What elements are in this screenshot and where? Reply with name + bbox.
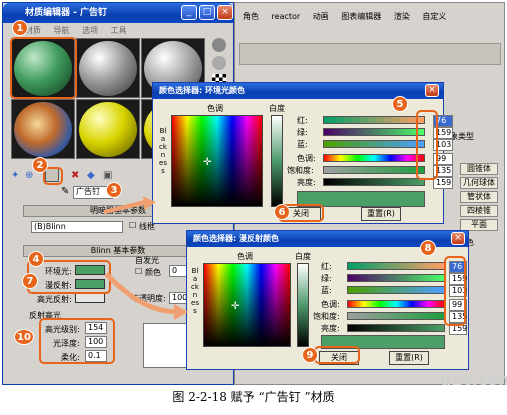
make-unique-icon[interactable]: ◆ — [87, 170, 95, 181]
d-hue-label: 色调: — [321, 300, 340, 309]
diffuse-spectrum[interactable] — [203, 263, 291, 347]
callout-8: 8 — [420, 240, 436, 256]
figure-caption: 图 2-2-18 赋予 “广告钉 ”材质 — [172, 390, 335, 404]
d-red-slider[interactable] — [347, 262, 445, 270]
highlight-ambient-values — [416, 110, 438, 180]
d-saturation-label: 饱和度: — [313, 312, 340, 321]
diffuse-white-label: 白度 — [295, 252, 311, 261]
red-label: 红: — [297, 116, 308, 125]
main-menu-bar: 角色 reactor 动画 图表编辑器 渲染 自定义 — [243, 11, 456, 22]
reset-map-icon[interactable]: ✖ — [71, 170, 79, 181]
blue-slider[interactable] — [323, 140, 425, 148]
menu-item[interactable]: 选项 — [82, 26, 98, 35]
red-slider[interactable] — [323, 116, 425, 124]
ambient-spectrum[interactable] — [171, 115, 263, 207]
put-library-icon[interactable]: ▣ — [103, 170, 112, 181]
d-green-slider[interactable] — [347, 274, 445, 282]
pyramid-button[interactable]: 四棱锥 — [460, 205, 498, 217]
blinn-rollout-title: Blinn 基本参数 — [90, 246, 146, 255]
sample-slot-5[interactable] — [76, 99, 140, 159]
sample-slot-2[interactable] — [76, 38, 140, 98]
callout-9: 9 — [302, 347, 318, 363]
main-menu-item[interactable]: 渲染 — [394, 12, 410, 21]
callout-1: 1 — [12, 20, 28, 36]
maximize-button[interactable]: □ — [199, 5, 215, 20]
d-green-label: 绿: — [321, 274, 332, 283]
highlight-specular — [39, 318, 115, 364]
diffuse-hue-label: 色调 — [237, 252, 253, 261]
specular-swatch[interactable] — [75, 293, 105, 303]
d-red-label: 红: — [321, 262, 332, 271]
main-menu-item[interactable]: reactor — [272, 12, 301, 21]
wire-checkbox[interactable]: ☐ — [129, 221, 136, 230]
saturation-slider[interactable] — [323, 166, 425, 174]
diffuse-reset-button[interactable]: 重置(R) — [389, 351, 429, 365]
callout-2: 2 — [32, 157, 48, 173]
value-slider[interactable] — [323, 178, 425, 186]
main-menu-item[interactable]: 图表编辑器 — [341, 12, 381, 21]
d-hue-slider[interactable] — [347, 300, 445, 308]
d-value-label: 亮度: — [321, 324, 340, 333]
ambient-hue-label: 色调 — [207, 104, 223, 113]
callout-3: 3 — [106, 182, 122, 198]
minimize-button[interactable]: _ — [181, 5, 197, 20]
diffuse-whiteness-bar[interactable] — [297, 263, 309, 347]
self-illum-label: 自发光 — [135, 256, 159, 265]
diffuse-picker-cursor: ✛ — [231, 301, 240, 312]
ambient-whiteness-bar[interactable] — [271, 115, 283, 207]
ambient-dialog-close-icon[interactable]: × — [425, 84, 439, 97]
diffuse-dialog-close-icon[interactable]: × — [451, 232, 465, 245]
shader-select[interactable]: (B)Blinn — [31, 221, 123, 233]
d-blue-label: 蓝: — [321, 286, 332, 295]
main-menu-item[interactable]: 动画 — [313, 12, 329, 21]
callout-7: 7 — [22, 273, 38, 289]
menu-item[interactable]: 工具 — [111, 26, 127, 35]
callout-5: 5 — [392, 96, 408, 112]
highlight-slot-1 — [10, 37, 77, 99]
arrow-ambient — [104, 196, 156, 214]
callout-4: 4 — [28, 251, 44, 267]
hue-slider[interactable] — [323, 154, 425, 162]
saturation-label: 饱和度: — [287, 166, 314, 175]
callout-10: 10 — [14, 329, 34, 345]
diffuse-black-label: Blackness — [191, 267, 199, 315]
callout-6: 6 — [274, 204, 290, 220]
cone-button[interactable]: 圆锥体 — [460, 163, 498, 175]
menu-item[interactable]: 导航 — [54, 26, 70, 35]
ambient-picker-cursor: ✛ — [203, 157, 212, 168]
sample-slot-4[interactable] — [11, 99, 75, 159]
ambient-reset-button[interactable]: 重置(R) — [361, 207, 401, 221]
d-saturation-slider[interactable] — [347, 312, 445, 320]
put-to-scene-icon[interactable]: ⊕ — [25, 170, 33, 181]
tube-button[interactable]: 管状体 — [460, 191, 498, 203]
d-blue-slider[interactable] — [347, 286, 445, 294]
material-menu-bar: 材质 导航 选项 工具 — [25, 25, 137, 36]
green-slider[interactable] — [323, 128, 425, 136]
main-menu-item[interactable]: 自定义 — [422, 12, 446, 21]
object-type-label: 象类型 — [450, 132, 474, 141]
value-label: 亮度: — [297, 178, 316, 187]
hue-label: 色调: — [297, 154, 316, 163]
main-toolbar — [239, 43, 501, 65]
sample-type-icon[interactable] — [212, 38, 226, 52]
main-menu-item[interactable]: 角色 — [243, 12, 259, 21]
d-value-slider[interactable] — [347, 324, 445, 332]
blue-label: 蓝: — [297, 140, 308, 149]
ambient-black-label: Blackness — [159, 127, 167, 175]
specular-label: 高光反射: — [37, 295, 72, 304]
watermark: u2v.com — [440, 370, 507, 389]
highlight-diffuse-values — [444, 256, 466, 326]
blinn-rollout-header[interactable]: Blinn 基本参数 — [23, 245, 213, 257]
arrow-diffuse — [104, 272, 188, 320]
backlight-icon[interactable] — [212, 56, 226, 70]
ambient-white-label: 白度 — [269, 104, 285, 113]
green-label: 绿: — [297, 128, 308, 137]
close-button[interactable]: × — [217, 5, 233, 20]
highlight-diffuse-close — [314, 346, 360, 364]
get-material-icon[interactable]: ✦ — [11, 170, 19, 181]
geosphere-button[interactable]: 几何球体 — [460, 177, 498, 189]
pick-material-icon[interactable]: ✎ — [61, 186, 69, 197]
